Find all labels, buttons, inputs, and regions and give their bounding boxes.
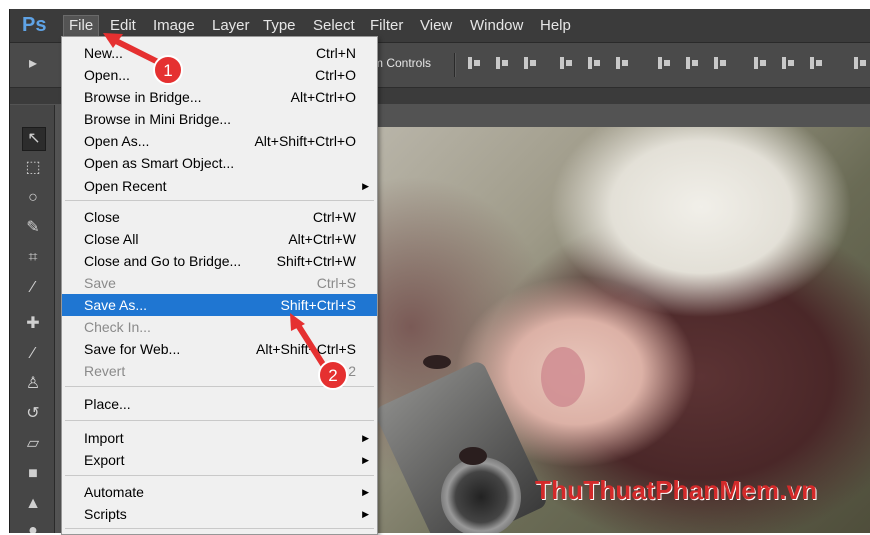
menu-layer[interactable]: Layer: [207, 16, 255, 36]
distribute-left-icon[interactable]: [752, 55, 768, 71]
brush-icon[interactable]: ⁄: [22, 343, 44, 365]
menu-item-save-for-web[interactable]: Save for Web... Alt+Shift+Ctrl+S: [62, 338, 377, 360]
history-brush-icon[interactable]: ↺: [22, 403, 44, 425]
menu-divider: [65, 475, 374, 476]
auto-align-icon[interactable]: [852, 55, 868, 71]
distribute-top-icon[interactable]: [656, 55, 672, 71]
stamp-icon[interactable]: ♙: [22, 373, 44, 395]
arrow-move-icon[interactable]: ↖: [22, 127, 46, 151]
menu-edit[interactable]: Edit: [105, 16, 141, 36]
separator: [454, 53, 456, 77]
lasso-icon[interactable]: ○: [22, 187, 44, 209]
marquee-icon[interactable]: ⬚: [22, 157, 44, 179]
move-tool-preset-icon[interactable]: ▸: [22, 53, 44, 75]
menu-item-place[interactable]: Place...: [62, 393, 377, 415]
menu-item-browse-in-mini-bridge[interactable]: Browse in Mini Bridge...: [62, 108, 377, 130]
menu-item-open-as-smart-object[interactable]: Open as Smart Object...: [62, 152, 377, 174]
tools-panel: ↖ ⬚ ○ ✎ ⌗ ∕ ✚ ⁄ ♙ ↺ ▱ ■ ▲ ●: [10, 105, 55, 533]
distribute-right-icon[interactable]: [808, 55, 824, 71]
menu-divider: [65, 386, 374, 387]
menu-item-scripts[interactable]: Scripts ▶: [62, 503, 377, 525]
menu-view[interactable]: View: [415, 16, 457, 36]
eraser-icon[interactable]: ▱: [22, 433, 44, 455]
document-canvas[interactable]: [371, 127, 870, 533]
align-bottom-icon[interactable]: [522, 55, 538, 71]
menu-item-open-recent[interactable]: Open Recent ▶: [62, 175, 377, 197]
menu-item-import[interactable]: Import ▶: [62, 427, 377, 449]
quick-select-icon[interactable]: ✎: [22, 217, 44, 239]
healing-icon[interactable]: ✚: [22, 313, 44, 335]
submenu-arrow-icon: ▶: [362, 509, 369, 519]
align-vcenter-icon[interactable]: [494, 55, 510, 71]
menu-item-save: Save Ctrl+S: [84, 275, 356, 291]
menu-file[interactable]: File: [63, 15, 100, 37]
distribute-hcenter-icon[interactable]: [780, 55, 796, 71]
menu-item-revert: Revert F12: [84, 363, 356, 379]
distribute-vcenter-icon[interactable]: [684, 55, 700, 71]
align-top-icon[interactable]: [466, 55, 482, 71]
eyedropper-icon[interactable]: ∕: [22, 277, 44, 299]
menu-select[interactable]: Select: [308, 16, 360, 36]
menu-item-export[interactable]: Export ▶: [62, 449, 377, 471]
crop-icon[interactable]: ⌗: [22, 247, 44, 269]
photo-eye: [423, 355, 451, 369]
menu-window[interactable]: Window: [465, 16, 528, 36]
file-menu-dropdown: New... Ctrl+N Open... Ctrl+O Browse in Bri…: [61, 36, 378, 535]
photo-lips: [541, 347, 585, 407]
menu-item-open[interactable]: Open... Ctrl+O: [62, 64, 377, 86]
submenu-arrow-icon: ▶: [362, 433, 369, 443]
photoshop-logo: Ps: [22, 14, 47, 36]
watermark: ThuThuatPhanMem.vn: [535, 475, 818, 505]
menu-filter[interactable]: Filter: [365, 16, 408, 36]
submenu-arrow-icon: ▶: [362, 487, 369, 497]
menu-divider: [65, 528, 374, 529]
align-hcenter-icon[interactable]: [586, 55, 602, 71]
menu-item-new[interactable]: New... Ctrl+N: [62, 42, 377, 64]
menu-item-automate[interactable]: Automate ▶: [62, 481, 377, 503]
show-transform-controls-label[interactable]: m Controls: [373, 56, 431, 70]
menu-type[interactable]: Type: [258, 16, 301, 36]
menu-item-open-as[interactable]: Open As... Alt+Shift+Ctrl+O: [62, 130, 377, 152]
menu-item-browse-in-bridge[interactable]: Browse in Bridge... Alt+Ctrl+O: [62, 86, 377, 108]
camera-lens: [441, 457, 521, 533]
blur-icon[interactable]: ▲: [22, 493, 44, 515]
gradient-icon[interactable]: ■: [22, 463, 44, 485]
align-right-icon[interactable]: [614, 55, 630, 71]
menu-item-save-as[interactable]: Save As... Shift+Ctrl+S: [62, 294, 377, 316]
distribute-bottom-icon[interactable]: [712, 55, 728, 71]
menu-divider: [65, 420, 374, 421]
dodge-icon[interactable]: ●: [22, 520, 44, 533]
menu-item-close-and-go-to-bridge[interactable]: Close and Go to Bridge... Shift+Ctrl+W: [62, 250, 377, 272]
menu-item-check-in: Check In...: [84, 319, 151, 335]
menu-item-close[interactable]: Close Ctrl+W: [62, 206, 377, 228]
menu-item-close-all[interactable]: Close All Alt+Ctrl+W: [62, 228, 377, 250]
submenu-arrow-icon: ▶: [362, 181, 369, 191]
align-left-icon[interactable]: [558, 55, 574, 71]
menu-divider: [65, 200, 374, 201]
menu-help[interactable]: Help: [535, 16, 576, 36]
photo-eye: [459, 447, 487, 465]
menu-image[interactable]: Image: [148, 16, 200, 36]
submenu-arrow-icon: ▶: [362, 455, 369, 465]
